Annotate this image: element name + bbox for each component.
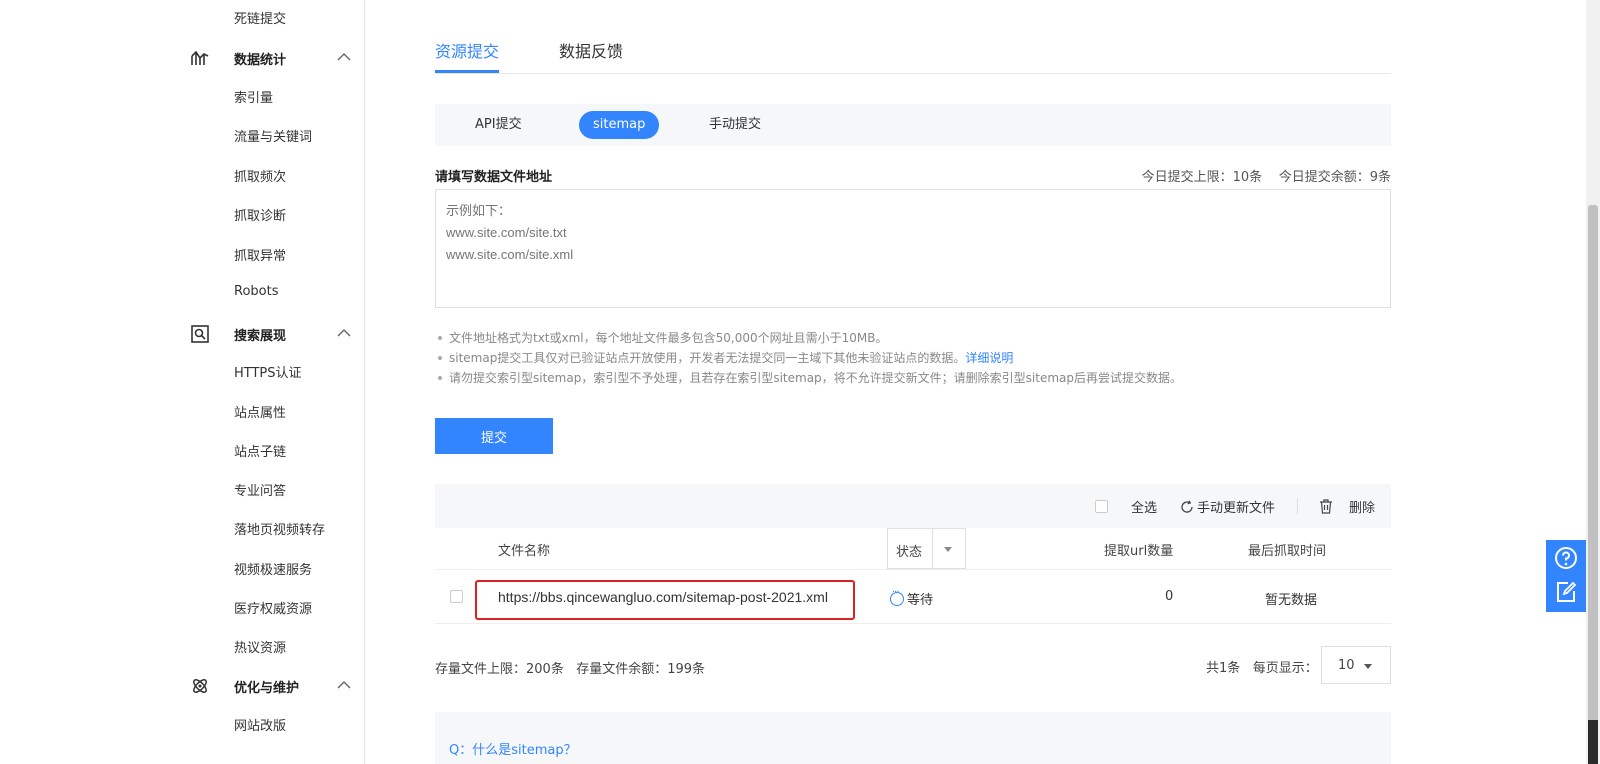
status-cell: 等待 xyxy=(890,587,934,608)
sidebar-group-label: 优化与维护 xyxy=(234,681,300,696)
sidebar-item-qa[interactable]: 专业问答 xyxy=(234,480,286,499)
sidebar-item-dead-link[interactable]: 死链提交 xyxy=(234,8,286,27)
note-item: 请勿提交索引型sitemap，索引型不予处理，且若存在索引型sitemap，将不… xyxy=(435,368,1391,388)
table-toolbar: 全选 手动更新文件 删除 xyxy=(435,484,1391,528)
scrollbar-grip[interactable] xyxy=(1588,720,1598,764)
daily-remaining: 今日提交余额：9条 xyxy=(1278,170,1391,185)
sidebar-item-hot-topics[interactable]: 热议资源 xyxy=(234,637,286,656)
subtab-api[interactable]: API提交 xyxy=(461,111,536,139)
col-status: 状态 xyxy=(896,545,923,560)
scrollbar-thumb[interactable] xyxy=(1588,205,1598,741)
sidebar-group-label: 数据统计 xyxy=(234,53,287,68)
page-size-value: 10 xyxy=(1338,658,1355,673)
select-all-toggle[interactable]: 全选 xyxy=(1095,497,1157,516)
submit-method-tabs: API提交 sitemap 手动提交 xyxy=(435,104,1391,146)
active-tab-indicator xyxy=(435,70,499,73)
faq-section: Q：什么是sitemap？ xyxy=(435,712,1391,764)
stock-info: 存量文件上限：200条 存量文件余额：199条 xyxy=(435,658,705,677)
sidebar-item-landing-video[interactable]: 落地页视频转存 xyxy=(234,519,325,538)
last-crawl-value: 暂无数据 xyxy=(1265,593,1318,608)
delete-button[interactable]: 删除 xyxy=(1319,497,1375,516)
sidebar-item-revision[interactable]: 网站改版 xyxy=(234,715,286,734)
quota-info: 今日提交上限：10条 今日提交余额：9条 xyxy=(1142,166,1391,185)
help-icon[interactable] xyxy=(1554,546,1578,570)
sidebar-item-robots[interactable]: Robots xyxy=(234,284,278,299)
stock-remaining: 存量文件余额：199条 xyxy=(576,662,706,677)
sidebar-item-video-speed[interactable]: 视频极速服务 xyxy=(234,559,312,578)
chevron-up-icon[interactable] xyxy=(336,50,352,64)
col-file-name: 文件名称 xyxy=(498,544,551,559)
sidebar-item-crawl-diag[interactable]: 抓取诊断 xyxy=(234,205,286,224)
note-text: sitemap提交工具仅对已验证站点开放使用，开发者无法提交同一主域下其他未验证… xyxy=(449,351,966,365)
status-text: 等待 xyxy=(907,593,934,608)
note-item: sitemap提交工具仅对已验证站点开放使用，开发者无法提交同一主域下其他未验证… xyxy=(435,348,1391,368)
file-address-label: 请填写数据文件地址 xyxy=(435,170,553,185)
sidebar-item-index[interactable]: 索引量 xyxy=(234,87,273,106)
trash-icon xyxy=(1320,499,1332,514)
manual-update-label: 手动更新文件 xyxy=(1197,501,1276,516)
form-label-row: 请填写数据文件地址 今日提交上限：10条 今日提交余额：9条 xyxy=(435,166,1391,185)
dropdown-divider xyxy=(932,529,933,569)
floating-toolbar xyxy=(1546,540,1586,612)
note-item: 文件地址格式为txt或xml，每个地址文件最多包含50,000个网址且需小于10… xyxy=(435,328,1391,348)
url-count-value: 0 xyxy=(1165,589,1174,604)
details-link[interactable]: 详细说明 xyxy=(965,351,1013,365)
sidebar-item-medical[interactable]: 医疗权威资源 xyxy=(234,598,312,617)
pagination-info: 共1条 每页显示： xyxy=(1206,657,1318,676)
sidebar-item-site-attr[interactable]: 站点属性 xyxy=(234,402,286,421)
caret-down-icon xyxy=(1364,664,1372,669)
sidebar-group-label: 搜索展现 xyxy=(234,329,287,344)
sidebar-item-sublinks[interactable]: 站点子链 xyxy=(234,441,286,460)
note-text: 文件地址格式为txt或xml，每个地址文件最多包含50,000个网址且需小于10… xyxy=(449,331,888,345)
daily-limit: 今日提交上限：10条 xyxy=(1141,170,1263,185)
chevron-up-icon[interactable] xyxy=(336,678,352,692)
atom-icon xyxy=(193,679,207,693)
manual-update-button[interactable]: 手动更新文件 xyxy=(1180,497,1275,516)
subtab-manual[interactable]: 手动提交 xyxy=(695,111,775,139)
refresh-icon xyxy=(1181,499,1193,513)
sidebar: 死链提交 数据统计 索引量 流量与关键词 抓取频次 抓取诊断 抓取异常 Robo… xyxy=(0,0,365,764)
col-url-count: 提取url数量 xyxy=(1104,544,1174,559)
sidebar-group-search-display[interactable]: 搜索展现 xyxy=(190,322,352,346)
table-row: https://bbs.qincewangluo.com/sitemap-pos… xyxy=(435,570,1391,624)
sidebar-item-crawl-freq[interactable]: 抓取频次 xyxy=(234,166,286,185)
select-all-label: 全选 xyxy=(1131,501,1158,516)
page-size-select[interactable]: 10 xyxy=(1321,646,1391,684)
row-checkbox[interactable] xyxy=(450,590,463,603)
caret-down-icon xyxy=(944,547,952,552)
tab-resource-submit[interactable]: 资源提交 xyxy=(435,38,499,62)
main-tabs: 资源提交 数据反馈 xyxy=(435,0,1391,74)
pagination: 共1条 每页显示： 10 xyxy=(1206,646,1392,684)
col-last-crawl: 最后抓取时间 xyxy=(1248,544,1327,559)
subtab-sitemap[interactable]: sitemap xyxy=(579,111,660,139)
sidebar-group-optimize[interactable]: 优化与维护 xyxy=(190,674,352,698)
faq-question-link[interactable]: Q：什么是sitemap？ xyxy=(449,739,577,758)
submit-notes: 文件地址格式为txt或xml，每个地址文件最多包含50,000个网址且需小于10… xyxy=(435,328,1391,388)
status-filter-dropdown[interactable]: 状态 xyxy=(887,528,966,569)
select-all-checkbox[interactable] xyxy=(1095,500,1108,513)
feedback-icon[interactable] xyxy=(1554,580,1578,604)
chevron-up-icon[interactable] xyxy=(336,326,352,340)
sidebar-item-traffic[interactable]: 流量与关键词 xyxy=(234,126,312,145)
table-header: 文件名称 状态 提取url数量 最后抓取时间 xyxy=(435,528,1391,570)
page-scrollbar[interactable] xyxy=(1586,0,1600,764)
chart-icon xyxy=(191,50,209,65)
toolbar-divider xyxy=(1297,498,1298,514)
per-page-label: 每页显示： xyxy=(1252,661,1318,676)
sidebar-item-https[interactable]: HTTPS认证 xyxy=(234,362,302,381)
total-count: 共1条 xyxy=(1206,661,1241,676)
stock-limit: 存量文件上限：200条 xyxy=(435,662,564,677)
sidebar-item-crawl-error[interactable]: 抓取异常 xyxy=(234,245,286,264)
submit-button[interactable]: 提交 xyxy=(435,418,553,454)
sidebar-group-data-stats[interactable]: 数据统计 xyxy=(190,46,352,70)
sitemap-url-input[interactable] xyxy=(435,189,1391,308)
delete-label: 删除 xyxy=(1349,501,1376,516)
search-display-icon xyxy=(191,325,209,343)
pending-icon xyxy=(890,587,904,606)
tab-data-feedback[interactable]: 数据反馈 xyxy=(559,38,623,62)
note-text: 请勿提交索引型sitemap，索引型不予处理，且若存在索引型sitemap，将不… xyxy=(449,371,1183,385)
sitemap-file-url: https://bbs.qincewangluo.com/sitemap-pos… xyxy=(498,589,828,605)
